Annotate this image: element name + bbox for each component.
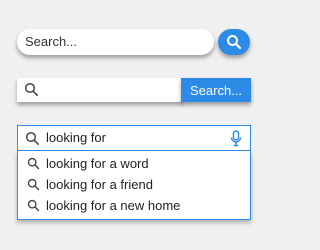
suggestion-item[interactable]: looking for a friend (18, 175, 250, 195)
search-icon (25, 131, 40, 146)
microphone-icon[interactable] (230, 130, 242, 147)
autocomplete-input[interactable]: looking for (17, 125, 251, 151)
search-icon (27, 178, 40, 191)
suggestion-item[interactable]: looking for a word (18, 154, 250, 174)
suggestion-list: looking for a word looking for a friend … (17, 151, 251, 220)
search-icon (27, 199, 40, 212)
search-icon (27, 157, 40, 170)
search-button[interactable]: Search... (181, 78, 251, 102)
search-input-square[interactable] (17, 78, 183, 102)
suggestion-text: looking for a new home (46, 198, 181, 213)
search-icon (24, 82, 39, 97)
suggestion-text: looking for a word (46, 156, 149, 171)
search-icon (226, 34, 242, 50)
search-input-rounded[interactable]: Search... (17, 29, 214, 55)
search-button-rounded[interactable] (218, 29, 250, 55)
suggestion-item[interactable]: looking for a new home (18, 196, 250, 216)
search-placeholder: Search... (25, 34, 78, 49)
autocomplete-value: looking for (46, 130, 106, 145)
suggestion-text: looking for a friend (46, 177, 153, 192)
